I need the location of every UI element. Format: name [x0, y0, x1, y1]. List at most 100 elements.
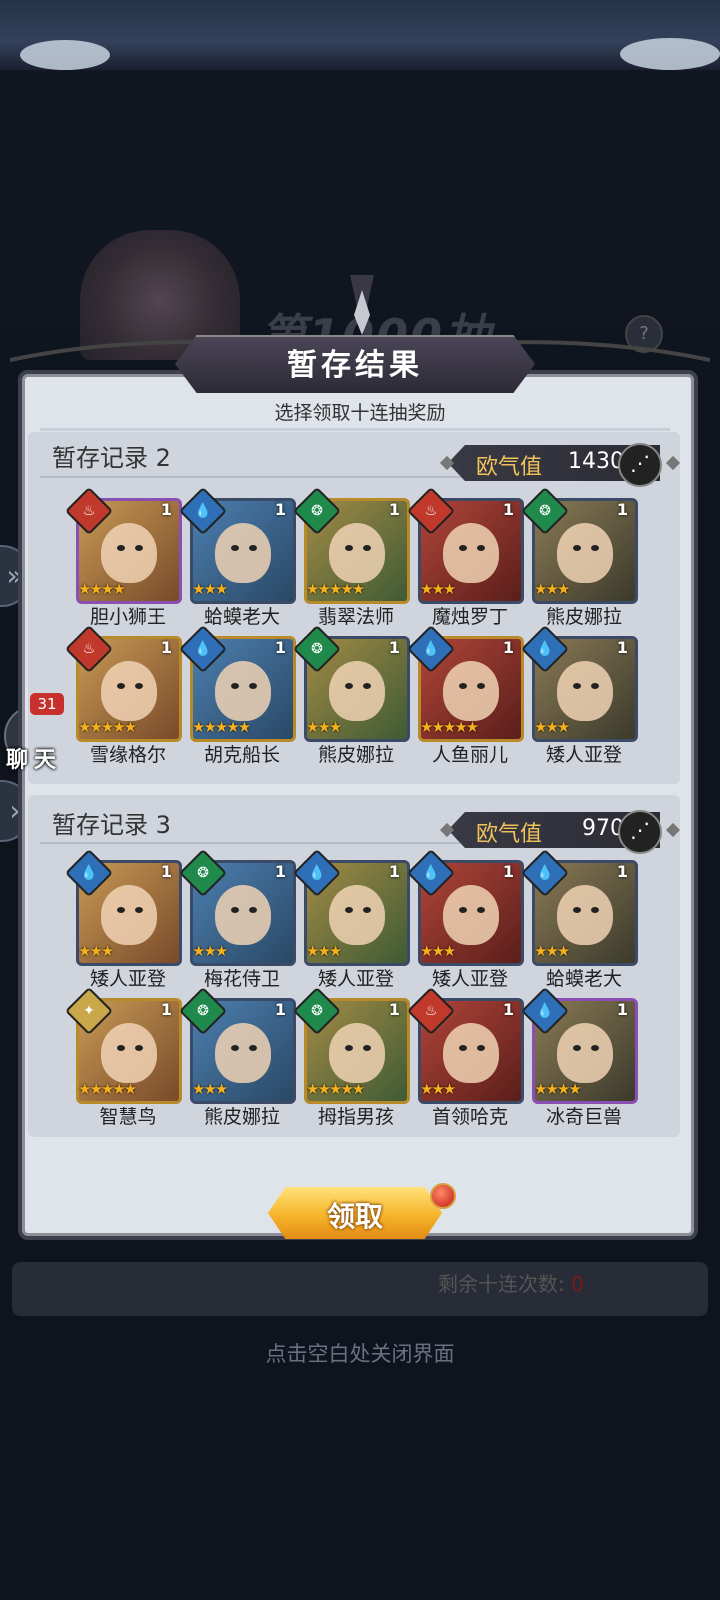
hero-stars: ★★★	[420, 942, 456, 960]
hero-eye	[249, 1045, 257, 1051]
hero-card[interactable]: 💧 1 ★★★ 蛤蟆老大	[178, 486, 296, 628]
hero-stars: ★★★	[192, 1080, 228, 1098]
hero-name: 魔烛罗丁	[431, 606, 508, 628]
hero-card[interactable]: ✦ 1 ★★★★★ 智慧鸟	[64, 986, 182, 1128]
hero-eye	[231, 1045, 239, 1051]
hero-face	[557, 661, 613, 721]
hero-count: 1	[388, 500, 400, 519]
hero-name: 熊皮娜拉	[317, 744, 394, 766]
hero-name: 梅花侍卫	[203, 968, 280, 990]
hero-face	[557, 885, 613, 945]
hero-eye	[573, 1045, 581, 1051]
remaining-draws-value: 0	[571, 1272, 584, 1296]
hero-card[interactable]: 💧 1 ★★★ 矮人亚登	[292, 848, 410, 990]
hero-count: 1	[274, 1000, 286, 1019]
hero-card[interactable]: ❂ 1 ★★★ 熊皮娜拉	[292, 624, 410, 766]
hero-face	[101, 523, 157, 583]
hero-eye	[591, 683, 599, 689]
hero-face	[443, 885, 499, 945]
record-3-share-icon[interactable]: ⋰	[618, 810, 662, 854]
hero-eye	[231, 683, 239, 689]
hero-stars: ★★★	[420, 1080, 456, 1098]
hero-eye	[477, 1045, 485, 1051]
hero-stars: ★★★★★	[192, 718, 251, 736]
hero-eye	[117, 907, 125, 913]
hero-face	[101, 885, 157, 945]
hero-stars: ★★★★★	[306, 1080, 365, 1098]
hero-eye	[459, 1045, 467, 1051]
hero-name: 首领哈克	[431, 1106, 508, 1128]
record-2-share-icon[interactable]: ⋰	[618, 443, 662, 487]
hero-stars: ★★★★★	[78, 718, 137, 736]
hero-count: 1	[274, 500, 286, 519]
hero-name: 矮人亚登	[317, 968, 394, 990]
hero-eye	[135, 1045, 143, 1051]
hero-eye	[135, 907, 143, 913]
hero-card[interactable]: 💧 1 ★★★★ 冰奇巨兽	[520, 986, 638, 1128]
remaining-draws: 剩余十连次数: 0	[438, 1268, 584, 1297]
hero-name: 蛤蟆老大	[203, 606, 280, 628]
hero-card[interactable]: ❂ 1 ★★★★★ 拇指男孩	[292, 986, 410, 1128]
hero-eye	[135, 683, 143, 689]
hero-face	[215, 885, 271, 945]
popup-title: 暂存结果	[287, 348, 423, 383]
hero-eye	[249, 545, 257, 551]
record-2-luck-label: 欧气值	[476, 455, 543, 480]
hero-eye	[117, 683, 125, 689]
hero-card[interactable]: ♨ 1 ★★★ 魔烛罗丁	[406, 486, 524, 628]
hero-stars: ★★★	[192, 942, 228, 960]
hero-stars: ★★★★★	[78, 1080, 137, 1098]
subtitle-divider	[40, 428, 670, 431]
hero-count: 1	[388, 862, 400, 881]
hero-name: 冰奇巨兽	[545, 1106, 622, 1128]
hero-card[interactable]: 💧 1 ★★★★★ 胡克船长	[178, 624, 296, 766]
hero-eye	[345, 907, 353, 913]
hero-stars: ★★★	[306, 718, 342, 736]
close-hint[interactable]: 点击空白处关闭界面	[0, 1338, 720, 1368]
record-2-title: 暂存记录 2	[52, 444, 171, 472]
hero-name: 熊皮娜拉	[203, 1106, 280, 1128]
hero-eye	[249, 683, 257, 689]
hero-eye	[117, 545, 125, 551]
hero-card[interactable]: ❂ 1 ★★★ 熊皮娜拉	[520, 486, 638, 628]
hero-stars: ★★★	[78, 942, 114, 960]
chat-label: 聊天	[6, 748, 63, 773]
hero-name: 翡翠法师	[317, 606, 394, 628]
hero-name: 矮人亚登	[545, 744, 622, 766]
hero-card[interactable]: 💧 1 ★★★ 矮人亚登	[64, 848, 182, 990]
hero-stars: ★★★	[534, 942, 570, 960]
hero-count: 1	[616, 638, 628, 657]
hero-card[interactable]: 💧 1 ★★★ 矮人亚登	[406, 848, 524, 990]
hero-card[interactable]: ♨ 1 ★★★★ 胆小狮王	[64, 486, 182, 628]
hero-card[interactable]: ❂ 1 ★★★★★ 翡翠法师	[292, 486, 410, 628]
sky-banner	[0, 0, 720, 70]
hero-eye	[363, 545, 371, 551]
hero-count: 1	[616, 1000, 628, 1019]
remaining-draws-label: 剩余十连次数:	[438, 1272, 565, 1296]
chat-unread-badge: 31	[30, 693, 64, 715]
hero-card[interactable]: 💧 1 ★★★★★ 人鱼丽儿	[406, 624, 524, 766]
hero-card[interactable]: ❂ 1 ★★★ 熊皮娜拉	[178, 986, 296, 1128]
hero-eye	[591, 545, 599, 551]
hero-count: 1	[502, 862, 514, 881]
hero-eye	[459, 683, 467, 689]
hero-stars: ★★★★	[78, 580, 126, 598]
claim-button-label: 领取	[326, 1200, 383, 1233]
hero-name: 矮人亚登	[431, 968, 508, 990]
hero-name: 智慧鸟	[99, 1106, 157, 1128]
hero-eye	[345, 1045, 353, 1051]
hero-card[interactable]: 💧 1 ★★★ 矮人亚登	[520, 624, 638, 766]
record-3-luck-value: 970	[582, 816, 624, 841]
hero-card[interactable]: ♨ 1 ★★★★★ 雪缘格尔	[64, 624, 182, 766]
hero-eye	[573, 907, 581, 913]
bottom-strip	[12, 1262, 708, 1316]
claim-notification-dot	[430, 1183, 456, 1209]
hero-card[interactable]: 💧 1 ★★★ 蛤蟆老大	[520, 848, 638, 990]
hero-face	[443, 661, 499, 721]
hero-eye	[363, 907, 371, 913]
hero-eye	[591, 907, 599, 913]
hero-eye	[459, 545, 467, 551]
hero-card[interactable]: ❂ 1 ★★★ 梅花侍卫	[178, 848, 296, 990]
hero-eye	[345, 545, 353, 551]
hero-card[interactable]: ♨ 1 ★★★ 首领哈克	[406, 986, 524, 1128]
